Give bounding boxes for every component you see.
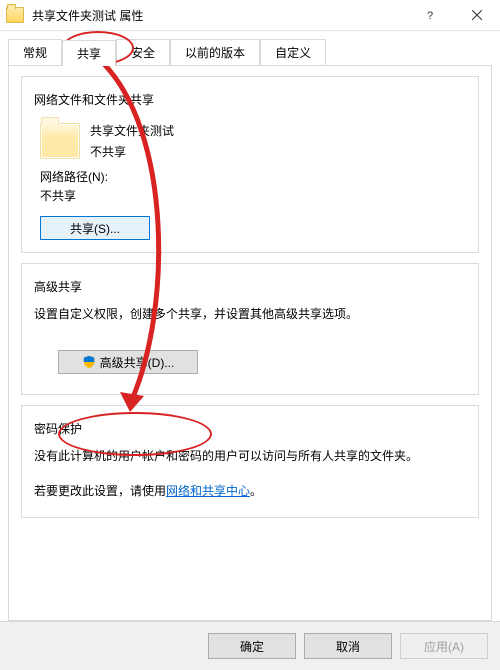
folder-info-row: 共享文件夹测试 不共享 bbox=[40, 122, 466, 160]
group-title-network: 网络文件和文件夹共享 bbox=[30, 91, 158, 108]
apply-button-label: 应用(A) bbox=[424, 638, 464, 655]
tab-security[interactable]: 安全 bbox=[116, 39, 170, 66]
help-icon: ? bbox=[426, 10, 436, 20]
password-change-prefix: 若要更改此设置，请使用 bbox=[34, 484, 166, 498]
share-button-label: 共享(S)... bbox=[70, 220, 120, 237]
group-network-sharing: 网络文件和文件夹共享 共享文件夹测试 不共享 网络路径(N): 不共享 共享(S… bbox=[21, 76, 479, 253]
share-button[interactable]: 共享(S)... bbox=[40, 216, 150, 240]
advanced-share-button[interactable]: 高级共享(D)... bbox=[58, 350, 198, 374]
password-change-suffix: 。 bbox=[250, 484, 262, 498]
folder-name: 共享文件夹测试 bbox=[90, 122, 174, 139]
help-button[interactable]: ? bbox=[408, 0, 454, 30]
title-bar: 共享文件夹测试 属性 ? bbox=[0, 0, 500, 31]
advanced-share-button-label: 高级共享(D)... bbox=[100, 354, 175, 371]
tab-content-sharing: 网络文件和文件夹共享 共享文件夹测试 不共享 网络路径(N): 不共享 共享(S… bbox=[8, 65, 492, 621]
apply-button[interactable]: 应用(A) bbox=[400, 633, 488, 659]
ok-button[interactable]: 确定 bbox=[208, 633, 296, 659]
cancel-button-label: 取消 bbox=[336, 638, 360, 655]
folder-large-icon bbox=[40, 123, 80, 159]
folder-icon bbox=[6, 7, 24, 23]
shield-icon bbox=[82, 355, 96, 369]
network-sharing-center-link[interactable]: 网络和共享中心 bbox=[166, 484, 250, 498]
tab-previous-versions[interactable]: 以前的版本 bbox=[170, 39, 260, 66]
tab-general[interactable]: 常规 bbox=[8, 39, 62, 66]
network-path-label: 网络路径(N): bbox=[40, 168, 466, 185]
tab-custom[interactable]: 自定义 bbox=[260, 39, 326, 66]
share-status: 不共享 bbox=[90, 143, 174, 160]
group-title-password: 密码保护 bbox=[30, 420, 86, 437]
password-description: 没有此计算机的用户帐户和密码的用户可以访问与所有人共享的文件夹。 bbox=[34, 447, 466, 466]
tab-sharing[interactable]: 共享 bbox=[62, 40, 116, 66]
advanced-description: 设置自定义权限，创建多个共享，并设置其他高级共享选项。 bbox=[34, 305, 466, 322]
cancel-button[interactable]: 取消 bbox=[304, 633, 392, 659]
network-path-value: 不共享 bbox=[40, 187, 466, 204]
tab-strip: 常规 共享 安全 以前的版本 自定义 bbox=[0, 31, 500, 65]
password-change-line: 若要更改此设置，请使用网络和共享中心。 bbox=[34, 482, 466, 499]
close-button[interactable] bbox=[454, 0, 500, 30]
close-icon bbox=[472, 10, 482, 20]
group-advanced-sharing: 高级共享 设置自定义权限，创建多个共享，并设置其他高级共享选项。 高级共享(D)… bbox=[21, 263, 479, 395]
window-title: 共享文件夹测试 属性 bbox=[32, 7, 408, 24]
group-password-protect: 密码保护 没有此计算机的用户帐户和密码的用户可以访问与所有人共享的文件夹。 若要… bbox=[21, 405, 479, 518]
group-title-advanced: 高级共享 bbox=[30, 278, 86, 295]
svg-text:?: ? bbox=[427, 10, 433, 20]
dialog-button-bar: 确定 取消 应用(A) bbox=[0, 621, 500, 670]
ok-button-label: 确定 bbox=[240, 638, 264, 655]
